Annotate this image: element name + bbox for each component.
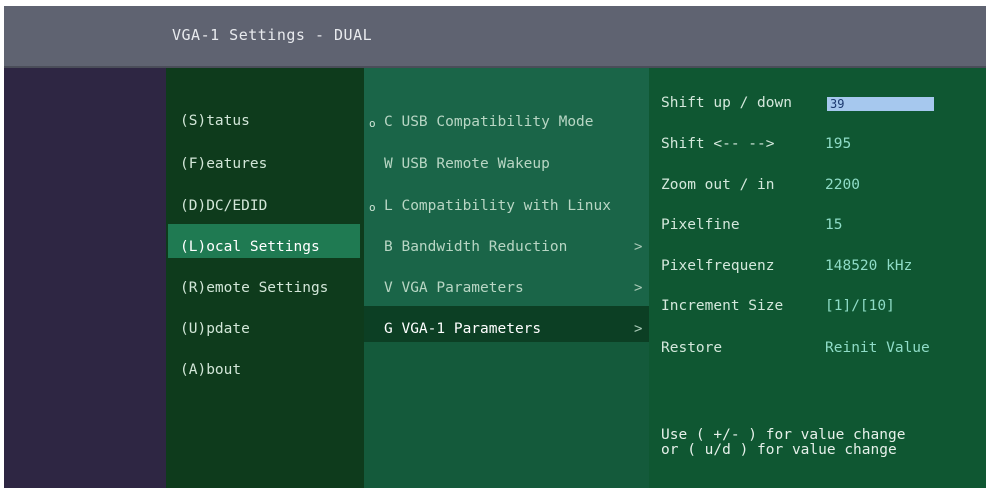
submenu-item-usb-compat[interactable]: C USB Compatibility Mode: [384, 114, 594, 130]
increment-size-label: Increment Size: [661, 298, 784, 314]
shift-leftright-label: Shift <-- -->: [661, 136, 775, 152]
radio-bullet-icon: o: [369, 201, 376, 214]
menu-item-features[interactable]: (F)eatures: [180, 156, 267, 172]
zoom-value[interactable]: 2200: [825, 177, 860, 193]
vga1-parameters-panel: Shift up / down 39 Shift <-- --> 195 Zoo…: [649, 68, 986, 488]
window: VGA-1 Settings - DUAL (S)tatus (F)eature…: [4, 6, 986, 488]
shift-updown-input[interactable]: 39: [827, 97, 934, 111]
hint-plus-minus: Use ( +/- ) for value change: [661, 427, 906, 443]
submenu-item-vga-params[interactable]: V VGA Parameters: [384, 280, 524, 296]
submenu-item-vga1-params[interactable]: G VGA-1 Parameters: [384, 321, 541, 337]
hint-up-down: or ( u/d ) for value change: [661, 442, 897, 458]
radio-bullet-icon: o: [369, 117, 376, 130]
restore-label: Restore: [661, 340, 723, 356]
shift-leftright-value[interactable]: 195: [825, 136, 851, 152]
chevron-right-icon: >: [634, 280, 643, 296]
pixelfine-label: Pixelfine: [661, 217, 740, 233]
increment-size-value[interactable]: [1]/[10]: [825, 298, 895, 314]
local-settings-submenu: o C USB Compatibility Mode W USB Remote …: [364, 68, 649, 488]
title-bar: VGA-1 Settings - DUAL: [4, 6, 986, 68]
menu-item-status[interactable]: (S)tatus: [180, 113, 250, 129]
chevron-right-icon: >: [634, 239, 643, 255]
zoom-label: Zoom out / in: [661, 177, 775, 193]
chevron-right-icon: >: [634, 321, 643, 337]
left-margin: [4, 68, 166, 488]
pixelfine-value[interactable]: 15: [825, 217, 842, 233]
menu-item-remote-settings[interactable]: (R)emote Settings: [180, 280, 328, 296]
restore-value[interactable]: Reinit Value: [825, 340, 930, 356]
window-title: VGA-1 Settings - DUAL: [172, 26, 373, 44]
pixelfreq-label: Pixelfrequenz: [661, 258, 775, 274]
pixelfreq-value: 148520 kHz: [825, 258, 913, 274]
submenu-item-usb-wakeup[interactable]: W USB Remote Wakeup: [384, 156, 550, 172]
submenu-item-bandwidth[interactable]: B Bandwidth Reduction: [384, 239, 567, 255]
submenu-item-linux-compat[interactable]: L Compatibility with Linux: [384, 198, 611, 214]
menu-item-ddc-edid[interactable]: (D)DC/EDID: [180, 198, 267, 214]
shift-updown-label: Shift up / down: [661, 95, 792, 111]
menu-item-update[interactable]: (U)pdate: [180, 321, 250, 337]
menu-item-local-settings[interactable]: (L)ocal Settings: [180, 239, 320, 255]
menu-item-about[interactable]: (A)bout: [180, 362, 241, 378]
main-menu: (S)tatus (F)eatures (D)DC/EDID (L)ocal S…: [166, 68, 364, 488]
